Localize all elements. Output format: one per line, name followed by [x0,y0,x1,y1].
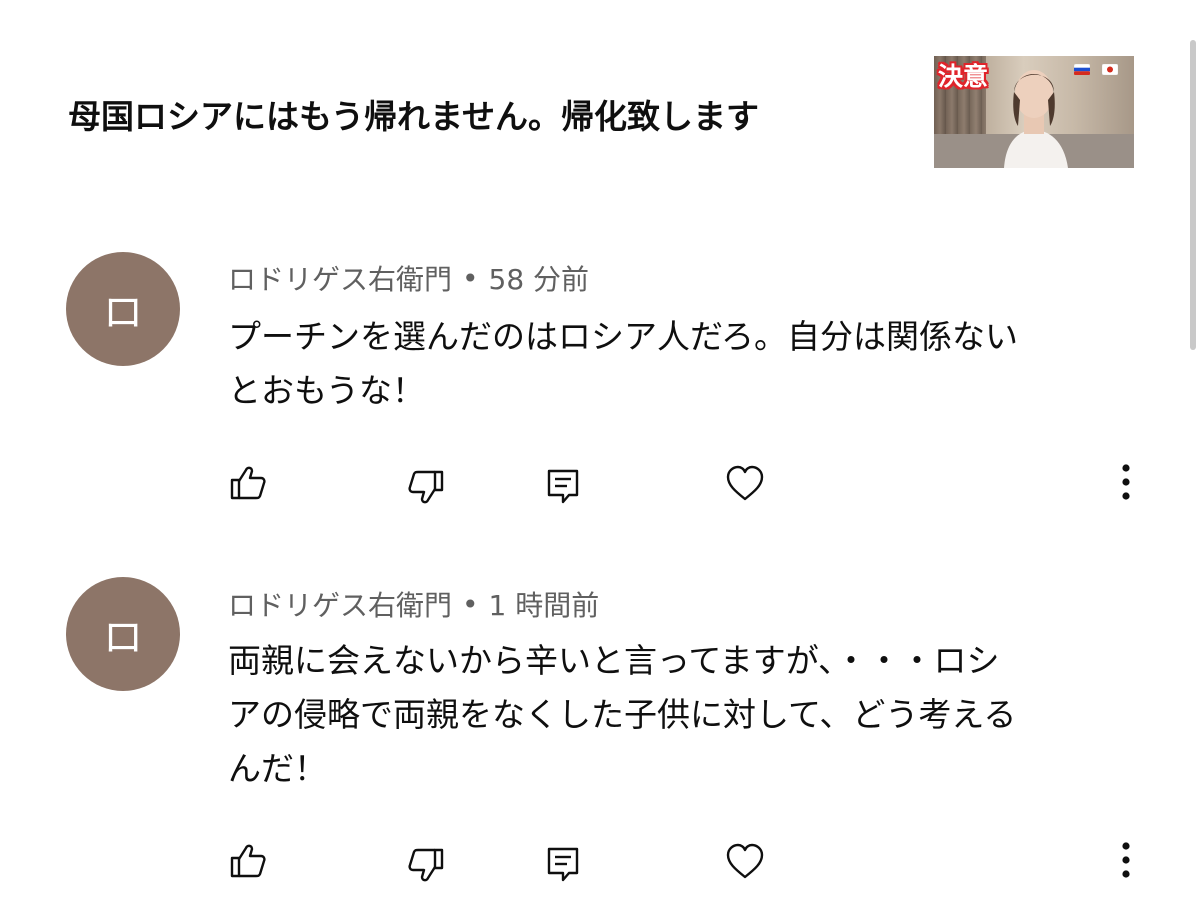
comment-meta: ロドリゲス右衛門 • 58 分前 [228,258,589,298]
thumbs-down-icon [408,470,444,504]
dislike-button[interactable] [404,466,448,510]
comment-text-line: とおもうな！ [228,371,426,410]
like-button[interactable] [226,460,270,504]
thumbs-up-icon [230,466,266,500]
more-button[interactable] [1108,838,1144,882]
comment-text-line: 両親に会えないから辛いと言ってますが、・・・ロシ [228,641,1000,680]
thumbs-down-icon [408,848,444,882]
comment-meta: ロドリゲス右衛門 • 1 時間前 [228,584,599,624]
thumbnail-caption: 決意 [938,62,989,91]
avatar[interactable]: ロ [66,577,180,691]
avatar[interactable]: ロ [66,252,180,366]
comment-text: 両親に会えないから辛いと言ってますが、・・・ロシ アの侵略で両親をなくした子供に… [228,634,1128,796]
more-vertical-icon [1122,464,1130,500]
comment-text-line: んだ！ [228,749,327,788]
comment-text-line: プーチンを選んだのはロシア人だろ。自分は関係ない [228,317,1019,356]
more-vertical-icon [1122,842,1130,878]
japan-flag-icon [1102,64,1118,75]
meta-separator: • [462,261,479,295]
meta-separator: • [462,587,479,621]
comment-author[interactable]: ロドリゲス右衛門 [228,258,452,298]
heart-icon [726,843,764,879]
comment-time[interactable]: 1 時間前 [489,584,600,624]
comment-author[interactable]: ロドリゲス右衛門 [228,584,452,624]
heart-icon [726,465,764,501]
reply-button[interactable] [541,842,585,886]
reply-icon [547,469,579,504]
comment-text: プーチンを選んだのはロシア人だろ。自分は関係ない とおもうな！ [228,310,1128,418]
scrollbar[interactable] [1190,40,1196,350]
video-title[interactable]: 母国ロシアにはもう帰れません。帰化致します [68,90,759,138]
thumbs-up-icon [230,844,266,878]
russia-flag-icon [1074,64,1090,75]
heart-button[interactable] [723,840,767,884]
comment-text-line: アの侵略で両親をなくした子供に対して、どう考える [228,695,1017,734]
dislike-button[interactable] [404,844,448,888]
comment-time[interactable]: 58 分前 [489,258,590,298]
like-button[interactable] [226,838,270,882]
video-thumbnail[interactable]: 決意 [934,56,1134,168]
thumbnail-person [1004,70,1068,168]
reply-icon [547,847,579,882]
heart-button[interactable] [723,462,767,506]
reply-button[interactable] [541,464,585,508]
more-button[interactable] [1108,460,1144,504]
